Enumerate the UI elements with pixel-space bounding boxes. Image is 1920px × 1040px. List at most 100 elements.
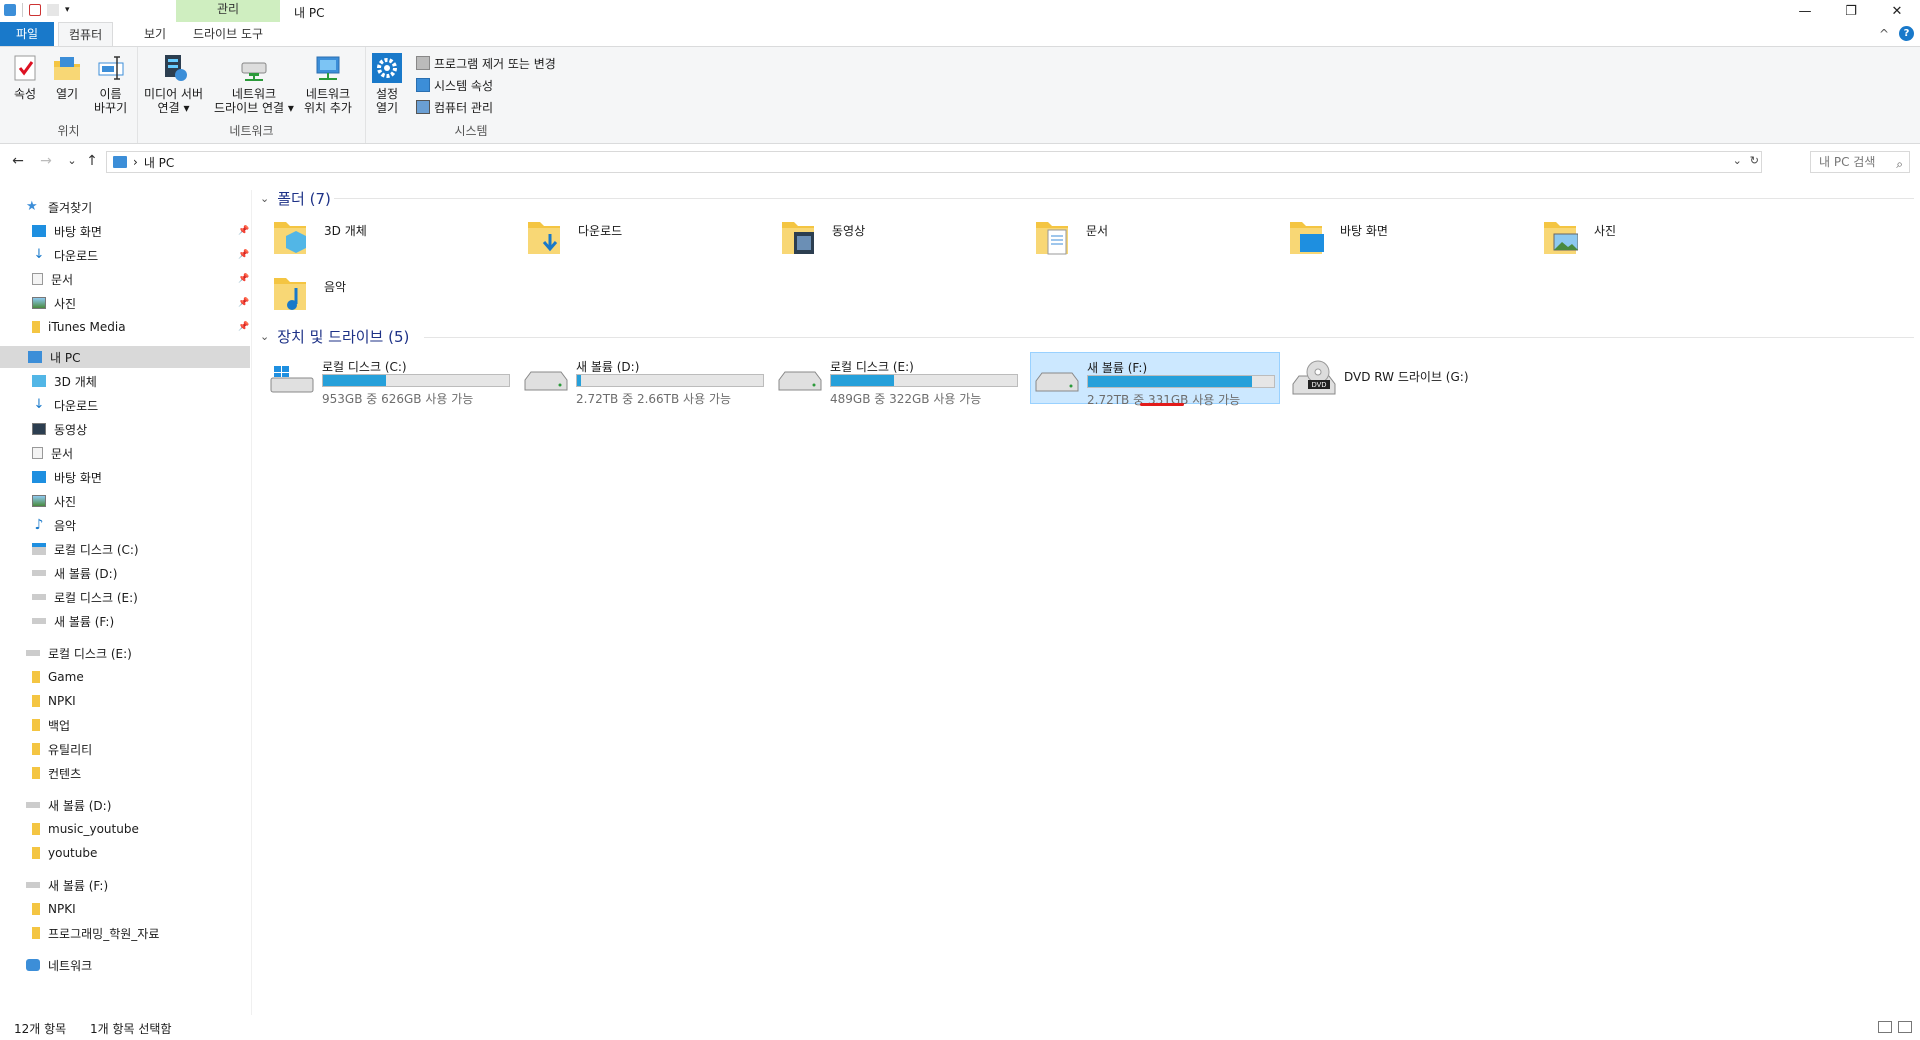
drive-name: 새 볼륨 (F:) [1087,361,1148,375]
restore-button[interactable]: ❐ [1828,0,1874,22]
nav-this-pc[interactable]: 내 PC [0,346,250,368]
nav-e-utility[interactable]: 유틸리티 [32,738,92,760]
customize-qat-icon[interactable]: ▾ [65,4,77,16]
uninstall-program-button[interactable]: 프로그램 제거 또는 변경 [416,53,556,73]
refresh-button[interactable]: ↻ [1750,154,1759,167]
tab-file[interactable]: 파일 [0,22,54,46]
nav-label: 내 PC [50,350,81,365]
nav-f-programming[interactable]: 프로그래밍_학원_자료 [32,922,159,944]
nav-label: iTunes Media [48,320,126,334]
add-network-location-button[interactable]: 네트워크 위치 추가 [304,53,352,115]
folder-name: 다운로드 [578,224,623,238]
nav-pc-pictures[interactable]: 사진 [32,490,76,512]
nav-f-npki[interactable]: NPKI [32,898,76,920]
nav-pc-videos[interactable]: 동영상 [32,418,87,440]
devices-section-header[interactable]: ⌄ 장치 및 드라이브 (5) [260,326,409,347]
properties-quick-icon[interactable] [29,4,41,16]
nav-qa-itunes-media[interactable]: iTunes Media [32,316,126,338]
open-button[interactable]: 열기 [52,53,82,101]
recent-locations-button[interactable]: ⌄ [64,153,80,169]
address-dropdown-button[interactable]: ⌄ [1733,154,1742,167]
back-button[interactable]: ← [10,153,26,169]
media-server-label-1: 미디어 서버 [144,87,204,101]
folder-downloads[interactable]: 다운로드 [510,214,750,264]
nav-network[interactable]: 네트워크 [26,954,92,976]
rename-button[interactable]: 이름 바꾸기 [94,53,127,115]
nav-pc-drive-f[interactable]: 새 볼륨 (F:) [32,610,114,632]
breadcrumb-separator[interactable]: › [133,155,138,169]
group-label-location: 위치 [57,124,80,138]
system-properties-button[interactable]: 시스템 속성 [416,75,493,95]
nav-d-youtube[interactable]: youtube [32,842,97,864]
nav-qa-desktop[interactable]: 바탕 화면 [32,220,102,242]
nav-drive-e-root[interactable]: 로컬 디스크 (E:) [26,642,132,664]
nav-pc-documents[interactable]: 문서 [32,442,73,464]
nav-label: 동영상 [54,422,88,437]
folder-3d-objects[interactable]: 3D 개체 [256,214,496,264]
folder-videos[interactable]: 동영상 [764,214,1004,264]
nav-drive-f-root[interactable]: 새 볼륨 (F:) [26,874,108,896]
breadcrumb-this-pc[interactable]: 내 PC [144,154,174,171]
drive-f[interactable]: 새 볼륨 (F:) 2.72TB 중 331GB 사용 가능 [1030,352,1280,407]
address-bar[interactable]: › 내 PC ⌄ ↻ [106,151,1762,173]
folder-pictures[interactable]: 사진 [1526,214,1766,264]
nav-qa-downloads[interactable]: ↓ 다운로드 [32,244,99,266]
nav-pc-drive-c[interactable]: 로컬 디스크 (C:) [32,538,139,560]
nav-qa-documents[interactable]: 문서 [32,268,73,290]
nav-label: NPKI [48,902,76,916]
drive-c[interactable]: 로컬 디스크 (C:) 953GB 중 626GB 사용 가능 [266,352,516,406]
drive-usage-bar [576,374,764,387]
properties-button[interactable]: 속성 [10,53,40,101]
nav-pc-desktop[interactable]: 바탕 화면 [32,466,102,488]
folder-name: 바탕 화면 [1340,224,1388,238]
help-icon[interactable]: ? [1899,26,1914,41]
nav-qa-pictures[interactable]: 사진 [32,292,76,314]
nav-pc-drive-d[interactable]: 새 볼륨 (D:) [32,562,117,584]
nav-quick-access[interactable]: ★ 즐겨찾기 [26,196,92,218]
new-folder-quick-icon[interactable] [47,4,59,16]
nav-e-npki[interactable]: NPKI [32,690,76,712]
open-settings-button[interactable]: 설정 열기 [372,53,402,115]
drive-name: 로컬 디스크 (C:) [322,360,407,374]
search-box[interactable]: 내 PC 검색 ⌕ [1810,151,1910,173]
drive-icon [32,570,46,576]
nav-label: 컨텐츠 [48,766,82,781]
computer-management-button[interactable]: 컴퓨터 관리 [416,97,493,117]
nav-d-music-youtube[interactable]: music_youtube [32,818,139,840]
folder-name: 문서 [1086,224,1109,238]
folder-music[interactable]: 음악 [256,270,496,320]
nav-pc-music[interactable]: ♪ 음악 [32,514,77,536]
pictures-folder-icon [1542,218,1579,258]
folders-section-header[interactable]: ⌄ 폴더 (7) [260,188,331,209]
tab-view[interactable]: 보기 [134,22,176,46]
close-button[interactable]: ✕ [1874,0,1920,22]
media-server-button[interactable]: 미디어 서버 연결 ▾ [144,53,203,115]
collapse-ribbon-icon[interactable]: ^ [1879,27,1889,41]
uninstall-label: 프로그램 제거 또는 변경 [434,56,556,71]
drive-e[interactable]: 로컬 디스크 (E:) 489GB 중 322GB 사용 가능 [774,352,1024,406]
forward-button[interactable]: → [38,153,54,169]
nav-e-game[interactable]: Game [32,666,84,688]
nav-e-contents[interactable]: 컨텐츠 [32,762,81,784]
map-network-drive-button[interactable]: 네트워크 드라이브 연결 ▾ [214,53,294,115]
tab-computer[interactable]: 컴퓨터 [58,22,114,47]
nav-drive-d-root[interactable]: 새 볼륨 (D:) [26,794,111,816]
up-button[interactable]: ↑ [84,153,100,169]
large-icons-view-icon[interactable] [1898,1021,1912,1033]
folder-icon [32,321,40,333]
nav-e-backup[interactable]: 백업 [32,714,70,736]
drive-g-dvd[interactable]: DVD DVD RW 드라이브 (G:) [1288,352,1538,404]
minimize-button[interactable]: — [1782,0,1828,22]
document-icon [32,447,43,459]
details-view-icon[interactable] [1878,1021,1892,1033]
nav-label: 새 볼륨 (F:) [54,614,115,629]
nav-pc-3d-objects[interactable]: 3D 개체 [32,370,97,392]
system-properties-label: 시스템 속성 [434,78,494,93]
network-drive-icon [239,53,269,83]
folder-documents[interactable]: 문서 [1018,214,1258,264]
nav-pc-drive-e[interactable]: 로컬 디스크 (E:) [32,586,138,608]
nav-label: 로컬 디스크 (E:) [54,590,138,605]
folder-desktop[interactable]: 바탕 화면 [1272,214,1512,264]
nav-pc-downloads[interactable]: ↓ 다운로드 [32,394,99,416]
drive-d[interactable]: 새 볼륨 (D:) 2.72TB 중 2.66TB 사용 가능 [520,352,770,406]
